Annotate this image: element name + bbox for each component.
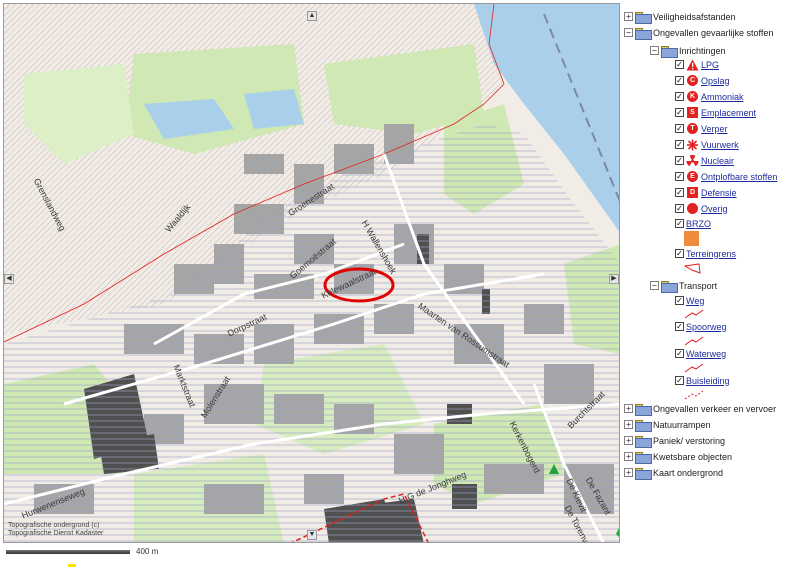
- waterweg-legend-icon: [684, 363, 704, 373]
- collapse-icon[interactable]: −: [624, 28, 633, 37]
- layer-group-veiligheid[interactable]: + Veiligheidsafstanden: [624, 10, 736, 24]
- scale-bar: [6, 549, 136, 555]
- folder-icon: [635, 27, 652, 40]
- layer-group-kaart-ondergrond[interactable]: + Kaart ondergrond: [624, 466, 723, 480]
- expand-icon[interactable]: +: [624, 404, 633, 413]
- layer-item-buisleiding[interactable]: ✓ Buisleiding: [675, 374, 730, 387]
- expand-icon[interactable]: +: [624, 12, 633, 21]
- layer-item-ontplofbare-stoffen[interactable]: ✓ E Ontplofbare stoffen: [675, 170, 777, 183]
- checkbox[interactable]: ✓: [675, 172, 684, 181]
- layer-item-terreingrens[interactable]: ✓ Terreingrens: [675, 247, 736, 260]
- layer-item-waterweg[interactable]: ✓ Waterweg: [675, 347, 726, 360]
- checkbox[interactable]: ✓: [675, 322, 684, 331]
- checkbox[interactable]: ✓: [675, 376, 684, 385]
- verper-icon: T: [686, 123, 699, 135]
- terreingrens-legend-icon: [684, 263, 701, 274]
- expand-icon[interactable]: +: [624, 468, 633, 477]
- checkbox[interactable]: ✓: [675, 249, 684, 258]
- folder-icon: [635, 403, 652, 416]
- layer-group-kwetsbare-objecten[interactable]: + Kwetsbare objecten: [624, 450, 732, 464]
- layer-item-vuurwerk[interactable]: ✓ Vuurwerk: [675, 138, 739, 151]
- brzo-legend-swatch: [684, 231, 699, 246]
- marker: [68, 564, 76, 567]
- layer-group-inrichtingen[interactable]: − Inrichtingen: [650, 44, 726, 58]
- checkbox[interactable]: ✓: [675, 108, 684, 117]
- layer-item-ammoniak[interactable]: ✓ K Ammoniak: [675, 90, 744, 103]
- pan-down-button[interactable]: ▼: [307, 530, 317, 540]
- layer-item-opslag[interactable]: ✓ C Opslag: [675, 74, 730, 87]
- layer-item-nucleair[interactable]: ✓ Nucleair: [675, 154, 734, 167]
- layer-item-verper[interactable]: ✓ T Verper: [675, 122, 728, 135]
- radiation-icon: [686, 154, 699, 167]
- scale-label: 400 m: [136, 547, 159, 556]
- collapse-icon[interactable]: −: [650, 46, 659, 55]
- expand-icon[interactable]: +: [624, 436, 633, 445]
- checkbox[interactable]: ✓: [675, 188, 684, 197]
- checkbox[interactable]: ✓: [675, 204, 684, 213]
- weg-legend-icon: [684, 309, 704, 319]
- layer-item-defensie[interactable]: ✓ D Defensie: [675, 186, 737, 199]
- folder-icon: [635, 451, 652, 464]
- layer-group-ongevallen-verkeer[interactable]: + Ongevallen verkeer en vervoer: [624, 402, 776, 416]
- layer-item-brzo[interactable]: ✓ BRZO: [675, 217, 711, 230]
- expand-icon[interactable]: +: [624, 420, 633, 429]
- layer-item-lpg[interactable]: ✓ LPG: [675, 58, 719, 71]
- layer-group-ongevallen-gevaarlijk[interactable]: − Ongevallen gevaarlijke stoffen: [624, 26, 773, 40]
- folder-icon: [635, 11, 652, 24]
- layer-group-natuurrampen[interactable]: + Natuurrampen: [624, 418, 711, 432]
- folder-icon: [635, 435, 652, 448]
- pan-right-button[interactable]: ▶: [609, 274, 619, 284]
- layer-item-weg[interactable]: ✓ Weg: [675, 294, 704, 307]
- layer-group-transport[interactable]: − Transport: [650, 279, 717, 293]
- collapse-icon[interactable]: −: [650, 281, 659, 290]
- folder-icon: [661, 280, 678, 293]
- opslag-icon: C: [686, 75, 699, 87]
- map-viewer: Grenslandweg Waaldijk Groenestraat H Wal…: [0, 0, 793, 569]
- defensie-icon: D: [686, 187, 699, 199]
- spoorweg-legend-icon: [684, 336, 704, 346]
- folder-icon: [635, 419, 652, 432]
- checkbox[interactable]: ✓: [675, 296, 684, 305]
- folder-icon: [635, 467, 652, 480]
- folder-icon: [661, 45, 678, 58]
- buisleiding-legend-icon: [684, 390, 704, 400]
- ammoniak-icon: K: [686, 91, 699, 103]
- checkbox[interactable]: ✓: [675, 140, 684, 149]
- lpg-warning-icon: [686, 59, 699, 71]
- checkbox[interactable]: ✓: [675, 60, 684, 69]
- overig-icon: [686, 203, 699, 215]
- copyright: Topografische ondergrond (c) Topografisc…: [8, 522, 104, 537]
- ontplofbare-stoffen-icon: E: [686, 171, 699, 183]
- pan-up-button[interactable]: ▲: [307, 11, 317, 21]
- firework-icon: [686, 139, 699, 151]
- checkbox[interactable]: ✓: [675, 92, 684, 101]
- checkbox[interactable]: ✓: [675, 124, 684, 133]
- expand-icon[interactable]: +: [624, 452, 633, 461]
- checkbox[interactable]: ✓: [675, 219, 684, 228]
- checkbox[interactable]: ✓: [675, 156, 684, 165]
- map-canvas[interactable]: Grenslandweg Waaldijk Groenestraat H Wal…: [3, 3, 620, 543]
- checkbox[interactable]: ✓: [675, 76, 684, 85]
- pan-left-button[interactable]: ◀: [4, 274, 14, 284]
- checkbox[interactable]: ✓: [675, 349, 684, 358]
- layer-group-paniek[interactable]: + Paniek/ verstoring: [624, 434, 725, 448]
- layer-item-spoorweg[interactable]: ✓ Spoorweg: [675, 320, 727, 333]
- layer-item-overig[interactable]: ✓ Overig: [675, 202, 728, 215]
- emplacement-icon: S: [686, 107, 699, 119]
- layer-tree: + Veiligheidsafstanden − Ongevallen geva…: [622, 6, 793, 486]
- layer-item-emplacement[interactable]: ✓ S Emplacement: [675, 106, 756, 119]
